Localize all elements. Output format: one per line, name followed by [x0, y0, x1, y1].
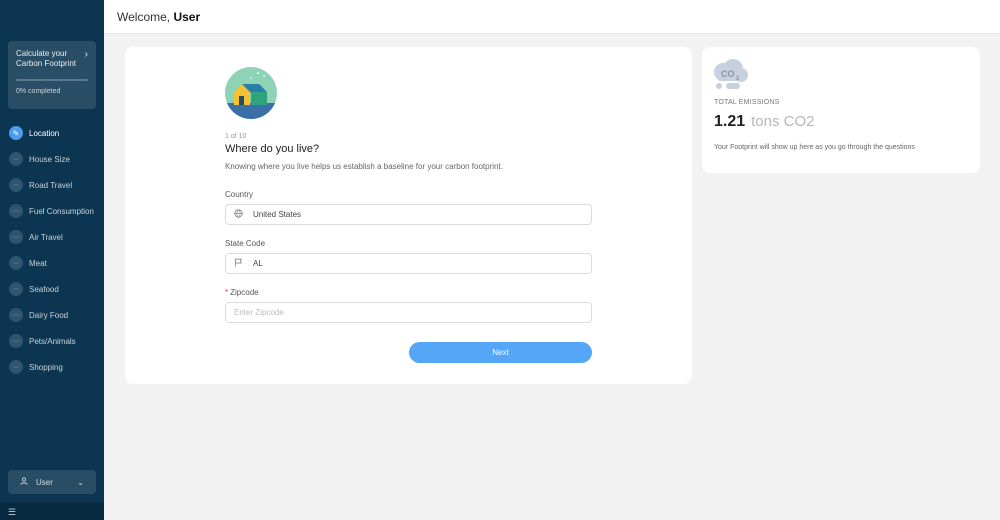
ellipsis-icon: ⋯ [9, 178, 23, 192]
step-fuel-consumption[interactable]: ⋯ Fuel Consumption [0, 198, 104, 224]
ellipsis-icon: ⋯ [9, 334, 23, 348]
question-card: 1 of 10 Where do you live? Knowing where… [125, 47, 692, 384]
menu-collapse-icon[interactable]: ☰ [8, 507, 16, 518]
sidebar-collapse-bar[interactable]: ☰ [0, 502, 104, 520]
zipcode-field [225, 302, 592, 323]
user-menu-button[interactable]: User ⌄ [8, 470, 96, 494]
emissions-card: CO 2 TOTAL EMISSIONS 1.21 tons CO2 Your F… [702, 47, 980, 173]
globe-icon [234, 209, 244, 220]
user-menu-label: User [36, 477, 53, 487]
step-label: Pets/Animals [29, 336, 76, 346]
ellipsis-icon: ⋯ [9, 152, 23, 166]
zipcode-input[interactable] [234, 308, 591, 317]
step-counter: 1 of 10 [225, 133, 247, 140]
step-label: Shopping [29, 362, 63, 372]
step-label: Dairy Food [29, 310, 69, 320]
ellipsis-icon: ⋯ [9, 308, 23, 322]
emissions-note: Your Footprint will show up here as you … [714, 144, 915, 151]
question-description: Knowing where you live helps us establis… [225, 162, 503, 171]
zipcode-label-text: Zipcode [230, 288, 259, 297]
step-location[interactable]: ✎ Location [0, 120, 104, 146]
svg-text:CO: CO [721, 69, 735, 79]
step-label: Air Travel [29, 232, 63, 242]
ellipsis-icon: ⋯ [9, 230, 23, 244]
zipcode-label: * Zipcode [225, 288, 259, 297]
house-illustration-icon [225, 67, 277, 119]
progress-status: 0% completed [16, 88, 61, 95]
step-label: Meat [29, 258, 47, 268]
state-code-label: State Code [225, 239, 266, 248]
ellipsis-icon: ⋯ [9, 360, 23, 374]
step-air-travel[interactable]: ⋯ Air Travel [0, 224, 104, 250]
total-emissions-label: TOTAL EMISSIONS [714, 99, 780, 106]
ellipsis-icon: ⋯ [9, 282, 23, 296]
top-header: Welcome, User [104, 0, 1000, 34]
promo-title: Calculate your Carbon Footprint [16, 49, 77, 68]
required-mark: * [225, 288, 229, 297]
flag-icon [234, 258, 244, 269]
step-shopping[interactable]: ⋯ Shopping [0, 354, 104, 380]
progress-bar [16, 79, 88, 81]
carbon-footprint-promo[interactable]: Calculate your Carbon Footprint › 0% com… [8, 41, 96, 109]
country-value: United States [253, 210, 302, 219]
ellipsis-icon: ⋯ [9, 256, 23, 270]
step-seafood[interactable]: ⋯ Seafood [0, 276, 104, 302]
chevron-right-icon: › [84, 49, 88, 60]
co2-cloud-icon: CO 2 [713, 58, 749, 92]
chevron-down-icon: ⌄ [77, 477, 84, 487]
country-select[interactable]: United States [225, 204, 592, 225]
step-label: House Size [29, 154, 70, 164]
emissions-unit: tons CO2 [751, 113, 815, 130]
step-pets-animals[interactable]: ⋯ Pets/Animals [0, 328, 104, 354]
step-house-size[interactable]: ⋯ House Size [0, 146, 104, 172]
step-list: ✎ Location ⋯ House Size ⋯ Road Travel ⋯ … [0, 120, 104, 380]
step-label: Location [29, 128, 60, 138]
user-name: User [173, 10, 201, 24]
state-code-value: AL [253, 259, 263, 268]
total-emissions-readout: 1.21 tons CO2 [714, 113, 815, 131]
step-meat[interactable]: ⋯ Meat [0, 250, 104, 276]
next-button[interactable]: Next [409, 342, 592, 363]
step-dairy-food[interactable]: ⋯ Dairy Food [0, 302, 104, 328]
user-icon [20, 477, 30, 487]
step-label: Fuel Consumption [29, 206, 94, 216]
question-title: Where do you live? [225, 143, 320, 155]
ellipsis-icon: ⋯ [9, 204, 23, 218]
welcome-text: Welcome, User [117, 10, 200, 24]
welcome-prefix: Welcome, [117, 10, 174, 24]
pencil-icon: ✎ [9, 126, 23, 140]
country-label: Country [225, 190, 254, 199]
sidebar: Calculate your Carbon Footprint › 0% com… [0, 0, 104, 520]
step-label: Seafood [29, 284, 59, 294]
state-code-select[interactable]: AL [225, 253, 592, 274]
emissions-value: 1.21 [714, 113, 746, 130]
step-label: Road Travel [29, 180, 73, 190]
step-road-travel[interactable]: ⋯ Road Travel [0, 172, 104, 198]
